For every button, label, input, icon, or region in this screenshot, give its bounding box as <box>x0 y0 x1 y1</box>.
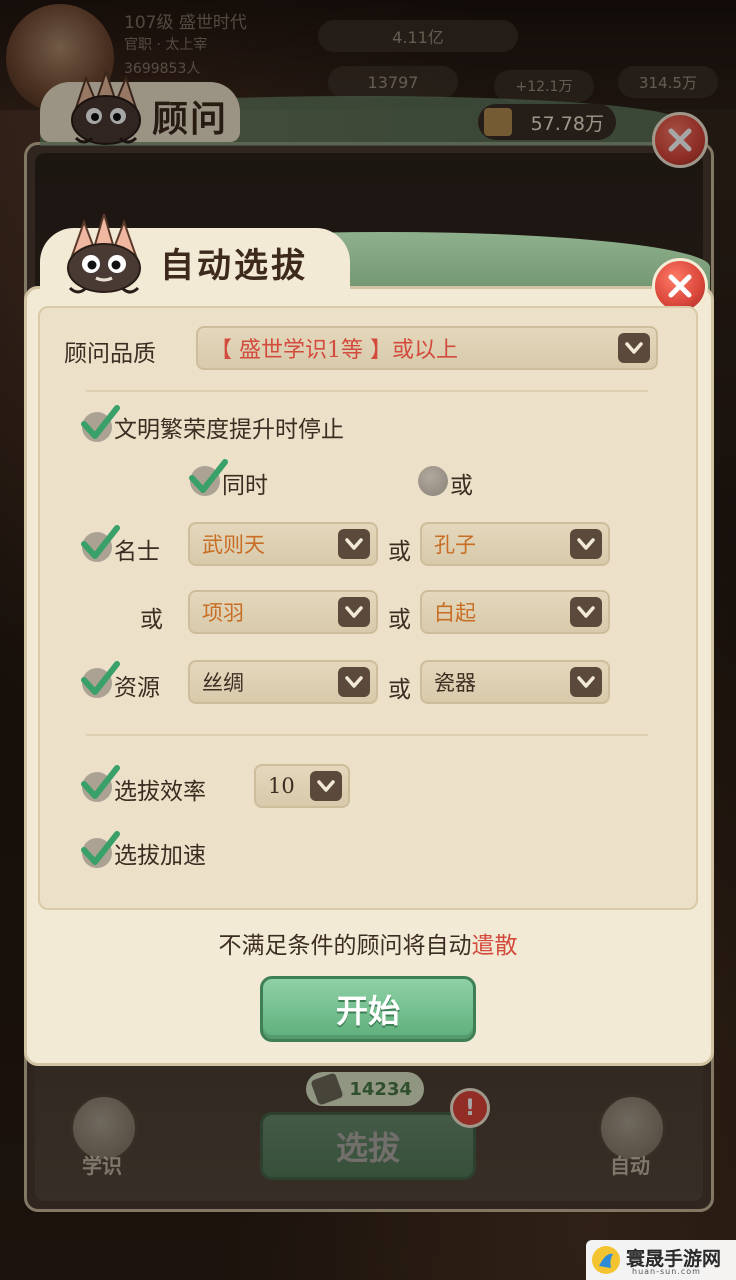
divider <box>86 734 648 736</box>
famous-checkbox[interactable] <box>81 525 120 562</box>
site-watermark: 寰晟手游网 huan-sun.com <box>586 1240 736 1280</box>
famous-select-3-value: 项羽 <box>202 601 244 625</box>
or-label: 或 <box>388 539 411 565</box>
dialog-title: 自动选拔 <box>160 246 308 286</box>
mode-or-radio[interactable] <box>418 466 448 496</box>
famous-select-4-value: 白起 <box>434 601 476 625</box>
or-label: 或 <box>388 677 411 703</box>
chevron-down-icon <box>570 529 602 559</box>
chevron-down-icon <box>618 333 650 363</box>
resource-select-2[interactable]: 瓷器 <box>420 660 610 704</box>
chevron-down-icon <box>310 771 342 801</box>
chevron-down-icon <box>570 597 602 627</box>
divider <box>86 390 648 392</box>
resource-checkbox[interactable] <box>81 661 120 698</box>
mode-or-label: 或 <box>450 473 473 499</box>
watermark-url: huan-sun.com <box>632 1267 701 1276</box>
chevron-down-icon <box>338 529 370 559</box>
famous-select-1[interactable]: 武则天 <box>188 522 378 566</box>
start-button[interactable]: 开始 <box>260 976 476 1042</box>
chevron-down-icon <box>570 667 602 697</box>
resource-select-2-value: 瓷器 <box>434 671 476 695</box>
resource-select-1-value: 丝绸 <box>202 671 244 695</box>
efficiency-select[interactable]: 10 <box>254 764 350 808</box>
mode-same-time-label: 同时 <box>222 473 268 499</box>
efficiency-checkbox[interactable] <box>81 765 120 802</box>
famous-label: 名士 <box>114 539 160 565</box>
accelerate-checkbox[interactable] <box>81 831 120 868</box>
famous-select-2[interactable]: 孔子 <box>420 522 610 566</box>
or-label: 或 <box>388 607 411 633</box>
resource-label: 资源 <box>114 675 160 701</box>
or-label: 或 <box>140 607 163 633</box>
chevron-down-icon <box>338 667 370 697</box>
quality-select[interactable]: 【 盛世学识1等 】或以上 <box>196 326 658 370</box>
efficiency-label: 选拔效率 <box>114 779 206 805</box>
mode-same-time-radio[interactable] <box>189 459 228 496</box>
efficiency-select-value: 10 <box>268 774 295 798</box>
quality-label: 顾问品质 <box>64 341 156 367</box>
quality-select-value: 【 盛世学识1等 】或以上 <box>210 338 458 363</box>
famous-select-2-value: 孔子 <box>434 533 476 557</box>
famous-select-4[interactable]: 白起 <box>420 590 610 634</box>
stop-prosperity-label: 文明繁荣度提升时停止 <box>114 417 344 443</box>
famous-select-3[interactable]: 项羽 <box>188 590 378 634</box>
famous-select-1-value: 武则天 <box>202 533 265 557</box>
chevron-down-icon <box>338 597 370 627</box>
close-icon <box>668 274 692 298</box>
stop-prosperity-checkbox[interactable] <box>81 405 120 442</box>
accelerate-label: 选拔加速 <box>114 843 206 869</box>
dismiss-highlight: 遣散 <box>471 933 518 959</box>
dismiss-note: 不满足条件的顾问将自动遣散 <box>218 933 518 959</box>
mascot-icon <box>67 214 141 294</box>
resource-select-1[interactable]: 丝绸 <box>188 660 378 704</box>
watermark-logo-icon <box>592 1246 620 1274</box>
